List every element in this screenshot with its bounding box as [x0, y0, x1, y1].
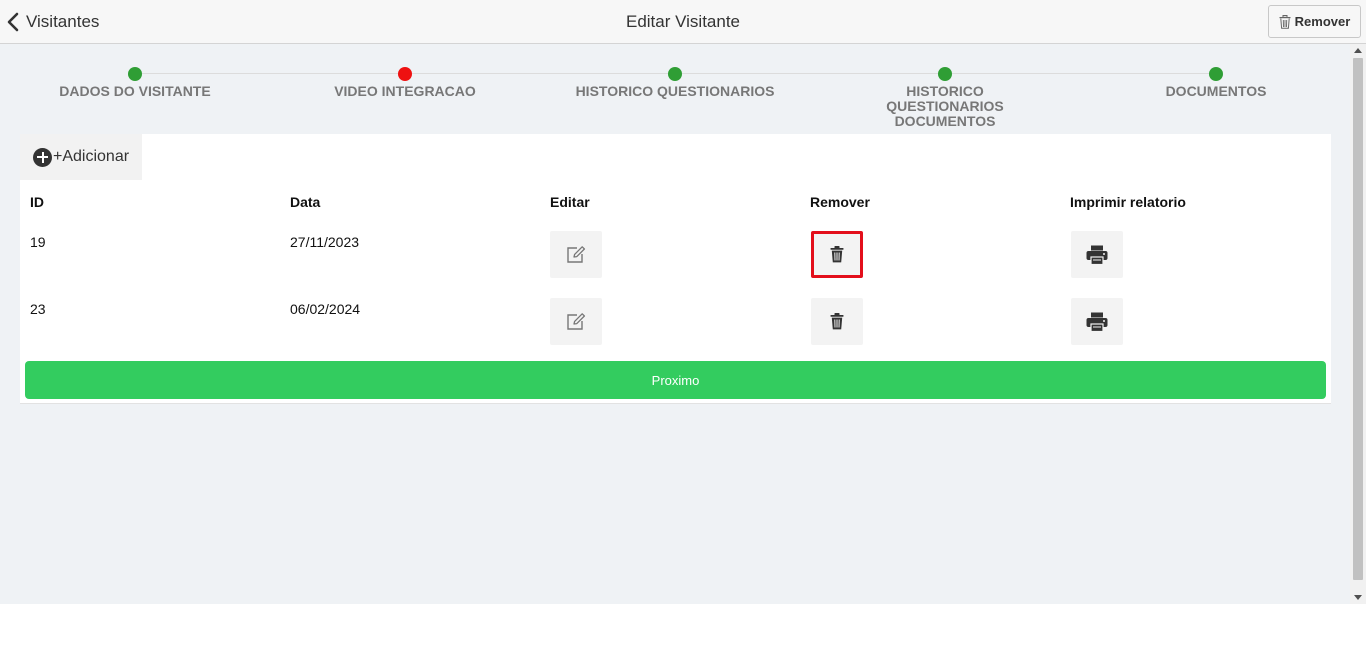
row-1-date: 27/11/2023: [290, 234, 360, 250]
back-label: Visitantes: [26, 12, 100, 31]
questionnaire-panel: +Adicionar ID Data Editar Remover Imprim…: [20, 134, 1331, 404]
step-label: VIDEO INTEGRACAO: [334, 83, 476, 99]
step-historico-questionarios[interactable]: HISTORICO QUESTIONARIOS: [560, 67, 790, 99]
trash-icon: [1279, 14, 1291, 29]
row-2-edit-button[interactable]: [550, 298, 602, 345]
remove-visitor-button[interactable]: Remover: [1268, 5, 1361, 38]
edit-icon: [567, 245, 586, 263]
column-header-editar: Editar: [550, 194, 590, 210]
trash-icon: [830, 246, 844, 263]
printer-icon: [1086, 312, 1108, 332]
step-historico-questionarios-documentos[interactable]: HISTORICO QUESTIONARIOS DOCUMENTOS: [830, 67, 1060, 129]
step-status-dot: [398, 67, 412, 81]
row-2-id: 23: [30, 301, 46, 317]
progress-steps: DADOS DO VISITANTE VIDEO INTEGRACAO HIST…: [0, 64, 1350, 129]
step-label: HISTORICO QUESTIONARIOS: [575, 83, 775, 99]
step-status-dot: [938, 67, 952, 81]
step-label: HISTORICO QUESTIONARIOS DOCUMENTOS: [886, 83, 1004, 129]
step-label: DOCUMENTOS: [1165, 83, 1267, 99]
vertical-scrollbar[interactable]: [1350, 44, 1366, 604]
remove-label: Remover: [1294, 14, 1351, 29]
add-label: +Adicionar: [53, 148, 130, 165]
row-2-print-button[interactable]: [1071, 298, 1123, 345]
row-1-remove-button[interactable]: [811, 231, 863, 278]
step-status-dot: [128, 67, 142, 81]
column-header-id: ID: [30, 194, 44, 210]
row-1-id: 19: [30, 234, 46, 250]
step-status-dot: [1209, 67, 1223, 81]
step-video-integracao[interactable]: VIDEO INTEGRACAO: [290, 67, 520, 99]
scroll-thumb[interactable]: [1353, 58, 1363, 580]
row-1-print-button[interactable]: [1071, 231, 1123, 278]
back-button[interactable]: Visitantes: [6, 11, 99, 33]
column-header-remover: Remover: [810, 194, 870, 210]
plus-circle-icon: [33, 147, 52, 167]
page-title: Editar Visitante: [625, 12, 741, 31]
column-header-imprimir: Imprimir relatorio: [1070, 194, 1186, 210]
step-dados-do-visitante[interactable]: DADOS DO VISITANTE: [20, 67, 250, 99]
column-header-data: Data: [290, 194, 321, 210]
next-button[interactable]: Proximo: [25, 361, 1326, 399]
step-label: DADOS DO VISITANTE: [59, 83, 211, 99]
scroll-down-icon[interactable]: [1354, 595, 1362, 600]
chevron-left-icon: [7, 12, 19, 32]
printer-icon: [1086, 245, 1108, 265]
row-1-edit-button[interactable]: [550, 231, 602, 278]
header-bar: Visitantes Editar Visitante Remover: [0, 0, 1366, 44]
add-button[interactable]: +Adicionar: [20, 134, 142, 180]
step-status-dot: [668, 67, 682, 81]
step-documentos[interactable]: DOCUMENTOS: [1101, 67, 1331, 99]
app-window: Visitantes Editar Visitante Remover DADO…: [0, 0, 1366, 604]
row-2-remove-button[interactable]: [811, 298, 863, 345]
row-2-date: 06/02/2024: [290, 301, 361, 317]
trash-icon: [830, 313, 844, 330]
scroll-up-icon[interactable]: [1354, 48, 1362, 53]
edit-icon: [567, 312, 586, 330]
